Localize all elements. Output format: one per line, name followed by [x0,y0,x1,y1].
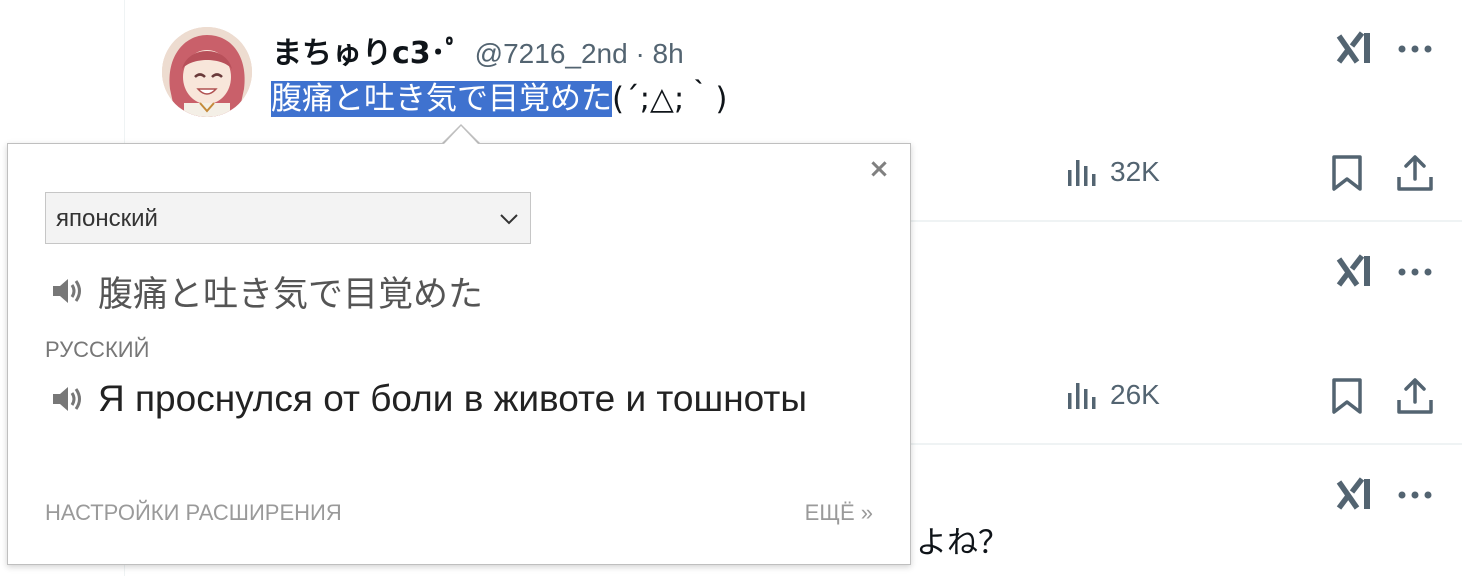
translator-popup: × японский 腹痛と吐き気で目覚めた РУССКИЙ Я проснул… [7,143,911,565]
source-language-select[interactable]: японский [45,192,531,244]
xai-grok-icon[interactable] [1336,253,1374,291]
chevron-down-icon [500,214,518,225]
bar-chart-icon [1068,383,1096,409]
screen: まちゅりc3･ﾟ @7216_2nd · 8h 腹痛と吐き気で目覚めた(´;△;… [0,0,1462,576]
xai-grok-icon[interactable] [1336,476,1374,514]
xai-grok-icon[interactable] [1336,30,1374,68]
author-handle-time[interactable]: @7216_2nd · 8h [475,38,684,70]
views-value: 32K [1110,156,1160,187]
views-count[interactable]: 32K [1066,155,1160,189]
target-row: Я проснулся от боли в животе и тошноты [50,374,807,424]
more-icon[interactable] [1397,489,1433,501]
avatar[interactable] [162,27,252,117]
more-icon[interactable] [1397,266,1433,278]
speaker-icon[interactable] [50,382,84,416]
avatar-image [162,27,252,117]
extension-settings-link[interactable]: НАСТРОЙКИ РАСШИРЕНИЯ [45,500,342,526]
more-icon[interactable] [1397,43,1433,55]
bookmark-icon[interactable] [1329,154,1365,192]
tweet-header: まちゅりc3･ﾟ @7216_2nd · 8h [272,28,684,72]
source-language-value: японский [56,205,158,232]
source-row: 腹痛と吐き気で目覚めた [50,266,483,316]
translated-text: Я проснулся от боли в животе и тошноты [98,378,807,419]
close-icon[interactable]: × [868,156,890,182]
views-value: 26K [1110,379,1160,410]
bar-chart-icon [1068,160,1096,186]
target-language-label: РУССКИЙ [45,337,150,362]
tweet-text: よね？ [916,525,1009,561]
selected-text: 腹痛と吐き気で目覚めた [271,81,612,117]
source-text: 腹痛と吐き気で目覚めた [98,274,484,315]
views-count[interactable]: 26K [1066,378,1160,412]
popup-pointer-fill [444,126,478,144]
tweet-text-rest: (´;△;｀) [612,81,728,117]
speaker-icon[interactable] [50,274,84,308]
more-link[interactable]: ЕЩЁ » [805,500,873,526]
tweet-text: 腹痛と吐き気で目覚めた(´;△;｀) [271,76,727,122]
share-icon[interactable] [1396,154,1434,192]
share-icon[interactable] [1396,377,1434,415]
bookmark-icon[interactable] [1329,377,1365,415]
author-name[interactable]: まちゅりc3･ﾟ [272,28,461,72]
